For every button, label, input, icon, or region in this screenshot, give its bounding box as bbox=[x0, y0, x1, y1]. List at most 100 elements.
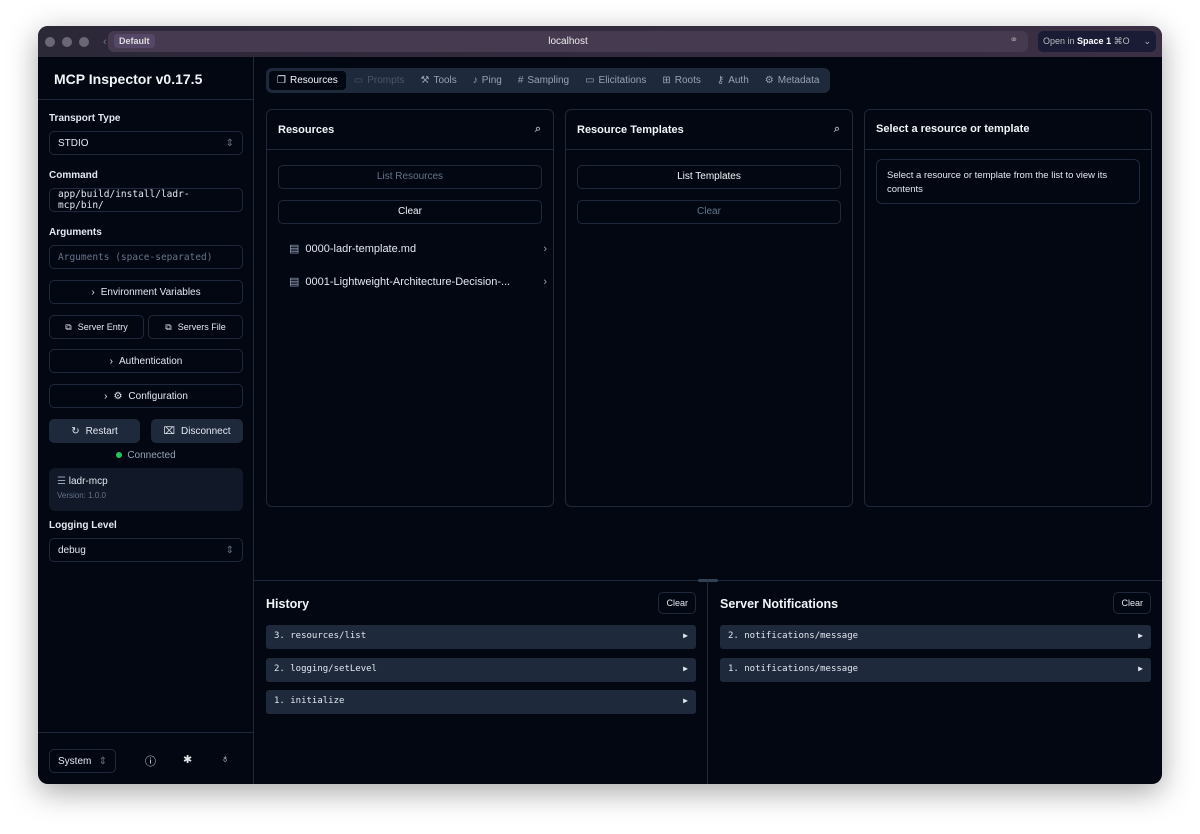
transport-label: Transport Type bbox=[49, 113, 121, 124]
tab-label: Ping bbox=[481, 75, 502, 86]
history-item[interactable]: 2. logging/setLevel ▶ bbox=[266, 658, 696, 682]
tab-resources[interactable]: ❐ Resources bbox=[269, 71, 346, 90]
chevron-updown-icon: ⇕ bbox=[225, 544, 234, 556]
tab-sampling[interactable]: # Sampling bbox=[510, 71, 577, 90]
tab-roots[interactable]: ⊞ Roots bbox=[654, 71, 709, 90]
history-item[interactable]: 3. resources/list ▶ bbox=[266, 625, 696, 649]
close-window-button[interactable] bbox=[45, 36, 55, 47]
disconnect-label: Disconnect bbox=[181, 425, 231, 437]
logging-value: debug bbox=[58, 544, 86, 556]
server-name: ladr-mcp bbox=[68, 476, 108, 487]
rotate-icon: ↻ bbox=[71, 425, 80, 437]
config-label: Configuration bbox=[128, 390, 188, 402]
expand-icon: ▶ bbox=[683, 664, 688, 673]
shortcut-hint: ⌘O bbox=[1113, 36, 1130, 46]
bell-icon: ♪ bbox=[472, 75, 478, 86]
notifications-section: Server Notifications Clear 2. notificati… bbox=[708, 581, 1162, 784]
arguments-label: Arguments bbox=[49, 227, 102, 238]
detail-message: Select a resource or template from the l… bbox=[876, 159, 1140, 204]
history-item[interactable]: 1. initialize ▶ bbox=[266, 690, 696, 714]
transport-select[interactable]: STDIO ⇕ bbox=[49, 131, 243, 155]
expand-icon: ▶ bbox=[683, 631, 688, 640]
templates-title: Resource Templates bbox=[577, 124, 684, 136]
server-icon: ☰ bbox=[57, 476, 66, 487]
help-icon[interactable]: ⓘ bbox=[145, 753, 156, 769]
minimize-window-button[interactable] bbox=[62, 36, 72, 47]
tab-bar: ❐ Resources ▭ Prompts ⚒ Tools ♪ Ping # Sampling ▭ E… bbox=[266, 68, 831, 93]
open-in-space-button[interactable]: Open in Space 1 ⌘O ⌄ bbox=[1038, 31, 1156, 52]
copy-icon: ⧉ bbox=[165, 321, 172, 332]
detail-title: Select a resource or template bbox=[876, 123, 1030, 135]
environment-variables-button[interactable]: › Environment Variables bbox=[49, 280, 243, 304]
app-title: MCP Inspector v0.17.5 bbox=[38, 57, 253, 100]
notification-item[interactable]: 1. notifications/message ▶ bbox=[720, 658, 1151, 682]
list-resources-button[interactable]: List Resources bbox=[278, 165, 542, 189]
server-entry-button[interactable]: ⧉ Server Entry bbox=[49, 315, 144, 339]
notification-label: 1. notifications/message bbox=[728, 664, 859, 674]
clear-resources-button[interactable]: Clear bbox=[278, 200, 542, 224]
history-title: History bbox=[266, 597, 310, 611]
history-section: History Clear 3. resources/list ▶ 2. logg… bbox=[254, 581, 708, 784]
title-bar: ‹ Default localhost ⚭ Open in Space 1 ⌘O… bbox=[38, 26, 1162, 57]
key-icon: ⚷ bbox=[716, 75, 725, 86]
notifications-title: Server Notifications bbox=[720, 597, 839, 611]
authentication-button[interactable]: › Authentication bbox=[49, 349, 243, 373]
clear-history-button[interactable]: Clear bbox=[658, 592, 696, 614]
file-icon: ▤ bbox=[289, 243, 300, 255]
restart-label: Restart bbox=[85, 425, 118, 437]
back-icon[interactable]: ‹ bbox=[103, 36, 107, 48]
expand-icon: ▶ bbox=[1138, 631, 1143, 640]
tab-ping[interactable]: ♪ Ping bbox=[465, 71, 510, 90]
notification-label: 2. notifications/message bbox=[728, 631, 859, 641]
open-in-label: Open in bbox=[1043, 36, 1075, 46]
hash-icon: # bbox=[517, 75, 524, 86]
link-icon[interactable]: ⚭ bbox=[1010, 35, 1018, 46]
disconnect-button[interactable]: ⌧ Disconnect bbox=[151, 419, 243, 443]
restart-button[interactable]: ↻ Restart bbox=[49, 419, 140, 443]
main-area: ❐ Resources ▭ Prompts ⚒ Tools ♪ Ping # Sampling ▭ E… bbox=[254, 57, 1162, 784]
tab-label: Elicitations bbox=[598, 75, 647, 86]
bug-icon[interactable]: ✱ bbox=[183, 753, 192, 766]
address-bar[interactable]: Default localhost ⚭ bbox=[108, 31, 1028, 52]
notification-item[interactable]: 2. notifications/message ▶ bbox=[720, 625, 1151, 649]
list-templates-button[interactable]: List Templates bbox=[577, 165, 841, 189]
command-label: Command bbox=[49, 170, 98, 181]
connection-status: Connected bbox=[38, 450, 254, 461]
history-label: 1. initialize bbox=[274, 696, 345, 706]
clear-notifications-button[interactable]: Clear bbox=[1113, 592, 1151, 614]
theme-select[interactable]: System ⇕ bbox=[49, 749, 116, 773]
logging-label: Logging Level bbox=[49, 520, 117, 531]
resource-name: 0001-Lightweight-Architecture-Decision-.… bbox=[305, 275, 511, 288]
history-label: 2. logging/setLevel bbox=[274, 664, 377, 674]
chevron-down-icon[interactable]: ⌄ bbox=[1143, 36, 1151, 47]
search-icon[interactable]: ⌕ bbox=[834, 123, 840, 136]
gear-icon: ⚙ bbox=[113, 390, 123, 402]
search-icon[interactable]: ⌕ bbox=[535, 123, 541, 136]
resource-item[interactable]: ▤ 0000-ladr-template.md › bbox=[289, 242, 547, 256]
chevron-right-icon: › bbox=[543, 275, 547, 288]
space-name: Space 1 bbox=[1077, 36, 1112, 46]
files-icon: ❐ bbox=[277, 75, 286, 86]
servers-file-button[interactable]: ⧉ Servers File bbox=[148, 315, 243, 339]
tab-auth[interactable]: ⚷ Auth bbox=[709, 71, 757, 90]
logging-level-select[interactable]: debug ⇕ bbox=[49, 538, 243, 562]
chevron-right-icon: › bbox=[91, 286, 95, 298]
resources-title: Resources bbox=[278, 124, 335, 136]
sidebar-footer: System ⇕ ⓘ ✱ ♁ bbox=[38, 732, 254, 784]
arguments-input[interactable]: Arguments (space-separated) bbox=[49, 245, 243, 269]
clear-templates-button[interactable]: Clear bbox=[577, 200, 841, 224]
command-input[interactable]: app/build/install/ladr-mcp/bin/ bbox=[49, 188, 243, 212]
tab-prompts[interactable]: ▭ Prompts bbox=[346, 71, 413, 90]
github-icon[interactable]: ♁ bbox=[221, 753, 229, 765]
zoom-window-button[interactable] bbox=[79, 36, 89, 47]
tab-elicitations[interactable]: ▭ Elicitations bbox=[577, 71, 654, 90]
configuration-button[interactable]: › ⚙ Configuration bbox=[49, 384, 243, 408]
copy-icon: ⧉ bbox=[65, 321, 72, 332]
resource-item[interactable]: ▤ 0001-Lightweight-Architecture-Decision-… bbox=[289, 275, 547, 289]
templates-panel: Resource Templates ⌕ List Templates Clear bbox=[565, 109, 853, 507]
tab-metadata[interactable]: ⚙ Metadata bbox=[757, 71, 828, 90]
tab-tools[interactable]: ⚒ Tools bbox=[412, 71, 464, 90]
detail-panel: Select a resource or template Select a r… bbox=[864, 109, 1152, 507]
expand-icon: ▶ bbox=[683, 696, 688, 705]
tab-label: Tools bbox=[433, 75, 457, 86]
